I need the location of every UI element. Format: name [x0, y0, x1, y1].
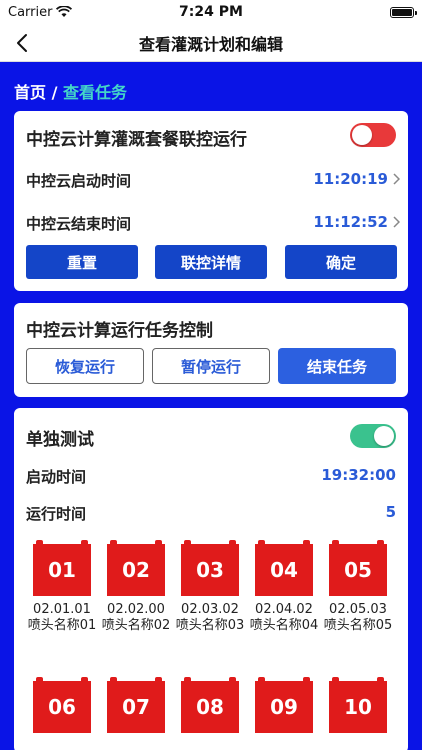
nozzle-code: 02.04.02: [255, 602, 313, 617]
pause-button[interactable]: 暂停运行: [152, 348, 270, 384]
nozzle-code: 02.05.03: [329, 602, 387, 617]
nozzle-number: 01: [48, 558, 76, 582]
nozzle-item[interactable]: 01 02.01.01 喷头名称01: [27, 540, 97, 634]
nozzle-badge: 09: [255, 677, 313, 733]
nozzle-badge: 02: [107, 540, 165, 596]
task-control-card: 中控云计算运行任务控制 恢复运行 暂停运行 结束任务: [14, 303, 408, 397]
cloud-start-time-value[interactable]: 11:20:19: [313, 170, 388, 188]
nozzle-item[interactable]: 08: [175, 677, 245, 733]
breadcrumb-home[interactable]: 首页: [14, 83, 46, 102]
nozzle-number: 04: [270, 558, 298, 582]
nozzle-code: 02.01.01: [33, 602, 91, 617]
nozzle-name: 喷头名称01: [27, 618, 97, 633]
status-left: Carrier: [8, 4, 73, 20]
nozzle-number: 06: [48, 695, 76, 719]
battery-icon: [390, 6, 417, 18]
nozzle-name: 喷头名称04: [249, 618, 319, 633]
nozzle-badge: 06: [33, 677, 91, 733]
cloud-end-time-value[interactable]: 11:12:52: [313, 213, 388, 231]
nozzle-number: 03: [196, 558, 224, 582]
nozzle-badge: 01: [33, 540, 91, 596]
linkage-toggle[interactable]: [350, 123, 396, 147]
nozzle-badge: 07: [107, 677, 165, 733]
chevron-right-icon: [393, 216, 400, 228]
nozzle-item[interactable]: 07: [101, 677, 171, 733]
run-time-value[interactable]: 5: [386, 503, 396, 521]
toggle-knob: [374, 426, 394, 446]
run-time-label: 运行时间: [26, 505, 87, 523]
single-test-toggle[interactable]: [350, 424, 396, 448]
resume-button[interactable]: 恢复运行: [26, 348, 144, 384]
carrier-label: Carrier: [8, 4, 53, 20]
cloud-end-time-label: 中控云结束时间: [26, 215, 132, 233]
chevron-left-icon: [17, 34, 27, 52]
nozzle-number: 10: [344, 695, 372, 719]
nozzle-badge: 05: [329, 540, 387, 596]
nozzle-code: 02.02.00: [107, 602, 165, 617]
nozzle-item[interactable]: 05 02.05.03 喷头名称05: [323, 540, 393, 634]
nozzle-badge: 08: [181, 677, 239, 733]
nozzle-code: 02.03.02: [181, 602, 239, 617]
nozzle-name: 喷头名称03: [175, 618, 245, 633]
linkage-card-title: 中控云计算灌溉套餐联控运行: [26, 130, 247, 150]
nozzle-item[interactable]: 10: [323, 677, 393, 733]
linkage-details-button[interactable]: 联控详情: [155, 245, 267, 279]
nozzle-number: 07: [122, 695, 150, 719]
end-task-button[interactable]: 结束任务: [278, 348, 396, 384]
reset-button[interactable]: 重置: [26, 245, 138, 279]
breadcrumb-current: 查看任务: [63, 83, 128, 102]
start-time-label: 启动时间: [26, 468, 87, 486]
nozzle-number: 08: [196, 695, 224, 719]
chevron-right-icon: [393, 173, 400, 185]
cloud-start-time-label: 中控云启动时间: [26, 172, 132, 190]
back-button[interactable]: [10, 30, 34, 56]
navigation-bar: 查看灌溉计划和编辑: [0, 24, 422, 62]
confirm-button[interactable]: 确定: [285, 245, 397, 279]
breadcrumb-separator: /: [46, 83, 63, 102]
toggle-knob: [352, 125, 372, 145]
wifi-icon: [56, 6, 73, 17]
nozzle-name: 喷头名称05: [323, 618, 393, 633]
nozzle-item[interactable]: 09: [249, 677, 319, 733]
linkage-control-card: 中控云计算灌溉套餐联控运行 中控云启动时间 11:20:19 中控云结束时间 1…: [14, 111, 408, 291]
nozzle-number: 05: [344, 558, 372, 582]
nozzle-badge: 10: [329, 677, 387, 733]
nozzle-number: 09: [270, 695, 298, 719]
single-test-title: 单独测试: [26, 430, 94, 450]
breadcrumb: 首页 / 查看任务: [14, 79, 127, 103]
nozzle-item[interactable]: 02 02.02.00 喷头名称02: [101, 540, 171, 634]
nozzle-item[interactable]: 03 02.03.02 喷头名称03: [175, 540, 245, 634]
nozzle-item[interactable]: 04 02.04.02 喷头名称04: [249, 540, 319, 634]
page-title: 查看灌溉计划和编辑: [138, 34, 283, 54]
task-control-title: 中控云计算运行任务控制: [26, 321, 213, 341]
single-test-card: 单独测试 启动时间 19:32:00 运行时间 5 01 02.01.01 喷头…: [14, 408, 408, 750]
status-bar: Carrier 7:24 PM: [0, 0, 422, 24]
nozzle-badge: 04: [255, 540, 313, 596]
nozzle-item[interactable]: 06: [27, 677, 97, 733]
start-time-value[interactable]: 19:32:00: [321, 466, 396, 484]
nozzle-badge: 03: [181, 540, 239, 596]
nozzle-name: 喷头名称02: [101, 618, 171, 633]
nozzle-number: 02: [122, 558, 150, 582]
